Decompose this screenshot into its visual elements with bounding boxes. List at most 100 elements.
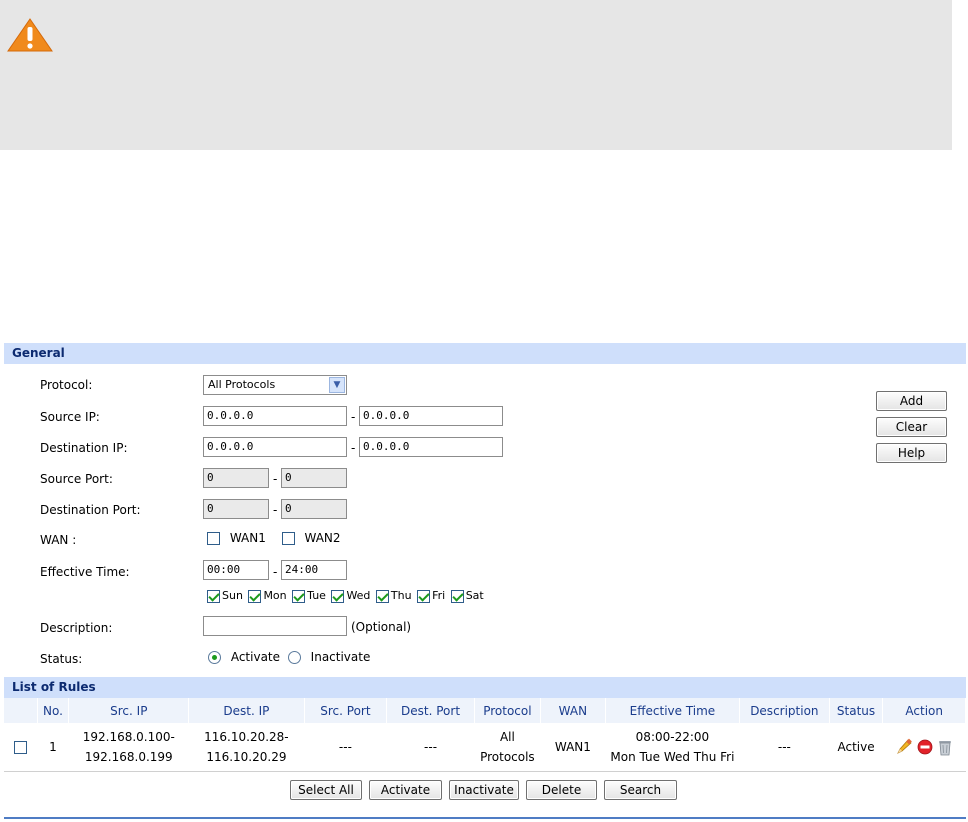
description-label: Description: <box>40 621 113 635</box>
mon-checkbox[interactable] <box>248 589 262 603</box>
wan2-checkbox[interactable] <box>281 532 295 545</box>
general-section-header: General <box>4 343 966 364</box>
protocol-select[interactable]: All Protocols ▼ <box>203 375 347 395</box>
search-button[interactable]: Search <box>604 780 677 800</box>
column-header: Src. Port <box>304 698 388 723</box>
row-checkbox[interactable] <box>14 740 27 754</box>
inactivate-radio-label: Inactivate <box>310 650 371 664</box>
dest-ip-start: 116.10.20.28- <box>204 729 289 744</box>
column-header: Src. IP <box>68 698 190 723</box>
fri-checkbox[interactable] <box>417 589 431 603</box>
column-header: Dest. Port <box>386 698 475 723</box>
dest-ip-cell: 116.10.20.28- 116.10.20.29 <box>188 723 305 772</box>
effective-time-days: Mon Tue Wed Thu Fri <box>610 749 735 764</box>
protocol-cell: All Protocols <box>474 723 541 772</box>
inactivate-button[interactable]: Inactivate <box>449 780 519 800</box>
status-cell: Active <box>829 723 883 772</box>
activate-button[interactable]: Activate <box>369 780 442 800</box>
activate-radio-label: Activate <box>230 650 281 664</box>
wan-label: WAN : <box>40 533 77 547</box>
src-ip-cell: 192.168.0.100- 192.168.0.199 <box>68 723 189 772</box>
table-row: 1 192.168.0.100- 192.168.0.199 116.10.20.… <box>4 723 966 772</box>
select-all-button[interactable]: Select All <box>290 780 362 800</box>
column-header: Status <box>829 698 884 723</box>
add-button[interactable]: Add <box>876 391 947 411</box>
protocol-label: Protocol: <box>40 378 93 392</box>
protocol-select-value: All Protocols <box>208 378 276 391</box>
src-port-cell: --- <box>304 723 387 772</box>
wan1-checkbox[interactable] <box>207 532 220 545</box>
source-ip-end-input[interactable]: 0.0.0.0 <box>359 406 503 426</box>
src-ip-start: 192.168.0.100- <box>82 729 175 744</box>
select-column-header <box>4 698 38 723</box>
status-options: Activate Inactivate <box>208 650 370 664</box>
effective-time-start-input[interactable]: 00:00 <box>203 560 269 580</box>
stop-icon[interactable] <box>917 739 933 755</box>
effective-time-end-input[interactable]: 24:00 <box>281 560 347 580</box>
row-select-cell <box>4 723 37 772</box>
mon-label: Mon <box>263 589 287 602</box>
range-dash: - <box>273 472 278 486</box>
trash-icon[interactable] <box>937 738 953 756</box>
optional-hint: (Optional) <box>351 620 412 634</box>
wan1-label: WAN1 <box>229 531 266 545</box>
dest-ip-end: 116.10.20.29 <box>206 749 287 764</box>
rules-table: No. Src. IP Dest. IP Src. Port Dest. Por… <box>4 698 966 772</box>
weekday-options: Sun Mon Tue Wed Thu Fri Sat <box>207 589 486 603</box>
delete-button[interactable]: Delete <box>526 780 597 800</box>
effective-time-label: Effective Time: <box>40 565 130 579</box>
destination-port-end-input[interactable]: 0 <box>281 499 347 519</box>
chevron-down-icon[interactable]: ▼ <box>329 377 345 393</box>
action-cell <box>882 723 966 772</box>
wan-cell: WAN1 <box>540 723 606 772</box>
range-dash: - <box>351 410 356 424</box>
wed-label: Wed <box>346 589 371 602</box>
source-port-end-input[interactable]: 0 <box>281 468 347 488</box>
thu-checkbox[interactable] <box>375 589 389 603</box>
range-dash: - <box>273 503 278 517</box>
help-button[interactable]: Help <box>876 443 947 463</box>
thu-label: Thu <box>390 589 412 602</box>
destination-ip-label: Destination IP: <box>40 441 128 455</box>
bottom-divider <box>4 817 966 819</box>
sun-label: Sun <box>222 589 243 602</box>
column-header: Dest. IP <box>188 698 305 723</box>
tue-label: Tue <box>307 589 326 602</box>
column-header: Protocol <box>474 698 541 723</box>
list-of-rules-header: List of Rules <box>4 677 966 698</box>
destination-ip-end-input[interactable]: 0.0.0.0 <box>359 437 503 457</box>
sun-checkbox[interactable] <box>207 589 220 603</box>
range-dash: - <box>273 565 278 579</box>
range-dash: - <box>351 441 356 455</box>
fri-label: Fri <box>432 589 446 602</box>
wan2-label: WAN2 <box>304 531 341 545</box>
column-header: Action <box>882 698 966 723</box>
destination-port-label: Destination Port: <box>40 503 141 517</box>
dest-port-cell: --- <box>386 723 475 772</box>
column-header: No. <box>37 698 70 723</box>
source-port-start-input[interactable]: 0 <box>203 468 269 488</box>
inactivate-radio[interactable] <box>287 651 301 664</box>
column-header: Effective Time <box>605 698 740 723</box>
sat-checkbox[interactable] <box>450 589 464 603</box>
protocol-line-2: Protocols <box>480 749 535 764</box>
source-port-label: Source Port: <box>40 472 113 486</box>
wed-checkbox[interactable] <box>331 589 345 603</box>
column-header: Description <box>739 698 830 723</box>
description-input[interactable] <box>203 616 347 636</box>
status-label: Status: <box>40 652 83 666</box>
destination-ip-start-input[interactable]: 0.0.0.0 <box>203 437 347 457</box>
wan-options: WAN1 WAN2 <box>207 531 341 545</box>
source-ip-label: Source IP: <box>40 410 100 424</box>
table-header-row: No. Src. IP Dest. IP Src. Port Dest. Por… <box>4 698 966 723</box>
protocol-line-1: All <box>499 729 515 744</box>
clear-button[interactable]: Clear <box>876 417 947 437</box>
destination-port-start-input[interactable]: 0 <box>203 499 269 519</box>
pencil-icon[interactable] <box>895 738 913 756</box>
sat-label: Sat <box>465 589 484 602</box>
source-ip-start-input[interactable]: 0.0.0.0 <box>203 406 347 426</box>
warning-icon <box>7 18 53 52</box>
activate-radio[interactable] <box>208 651 221 664</box>
effective-time-range: 08:00-22:00 <box>635 729 710 744</box>
tue-checkbox[interactable] <box>292 589 306 603</box>
